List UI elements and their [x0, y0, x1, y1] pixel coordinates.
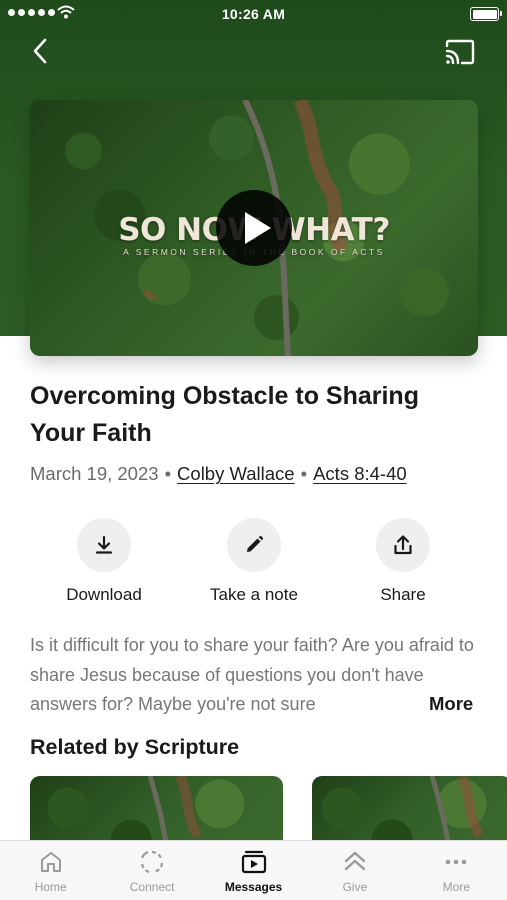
share-button[interactable]: Share	[343, 518, 463, 605]
speaker-link[interactable]: Colby Wallace	[177, 463, 295, 484]
tab-home[interactable]: Home	[0, 841, 101, 900]
meta-separator: •	[300, 463, 308, 484]
tab-label: More	[442, 880, 470, 894]
tab-label: Messages	[224, 880, 283, 894]
scripture-link[interactable]: Acts 8:4-40	[313, 463, 407, 484]
download-button[interactable]: Download	[44, 518, 164, 605]
download-icon	[95, 535, 113, 554]
connect-icon	[141, 850, 164, 874]
tab-bar: Home Connect Messages Give More	[0, 840, 507, 900]
tab-label: Connect	[129, 880, 175, 894]
tab-give[interactable]: Give	[304, 841, 405, 900]
status-bar: 10:26 AM	[0, 0, 507, 28]
share-icon-circle[interactable]	[376, 518, 430, 572]
take-note-button[interactable]: Take a note	[194, 518, 314, 605]
related-section-title: Related by Scripture	[30, 735, 240, 759]
give-icon	[344, 851, 366, 871]
share-label: Share	[380, 585, 426, 604]
tab-label: Home	[34, 880, 67, 894]
tab-messages[interactable]: Messages	[203, 841, 304, 900]
download-label: Download	[66, 585, 142, 604]
chevron-left-icon[interactable]	[26, 36, 56, 66]
status-time: 10:26 AM	[221, 6, 286, 22]
more-button[interactable]: More	[426, 693, 474, 715]
play-icon[interactable]	[216, 190, 292, 266]
battery-icon	[470, 7, 502, 21]
take-note-label: Take a note	[210, 585, 298, 604]
tab-connect[interactable]: Connect	[101, 841, 202, 900]
sermon-meta: March 19, 2023 • Colby Wallace • Acts 8:4-40	[30, 463, 407, 485]
cast-icon[interactable]	[444, 38, 476, 66]
tab-label: Give	[342, 880, 368, 894]
description-fade	[360, 690, 430, 719]
video-player-thumbnail[interactable]: SO NOW WHAT? A SERMON SERIES IN THE BOOK…	[30, 100, 478, 356]
sermon-date: March 19, 2023	[30, 463, 159, 484]
more-icon	[446, 859, 467, 865]
messages-icon	[241, 850, 266, 874]
tab-more[interactable]: More	[406, 841, 507, 900]
meta-separator: •	[164, 463, 172, 484]
note-icon-circle[interactable]	[227, 518, 281, 572]
download-icon-circle[interactable]	[77, 518, 131, 572]
page-title: Overcoming Obstacle to Sharing Your Fait…	[30, 382, 419, 447]
pencil-icon	[247, 535, 264, 552]
share-icon	[394, 535, 412, 555]
home-icon	[40, 852, 61, 872]
